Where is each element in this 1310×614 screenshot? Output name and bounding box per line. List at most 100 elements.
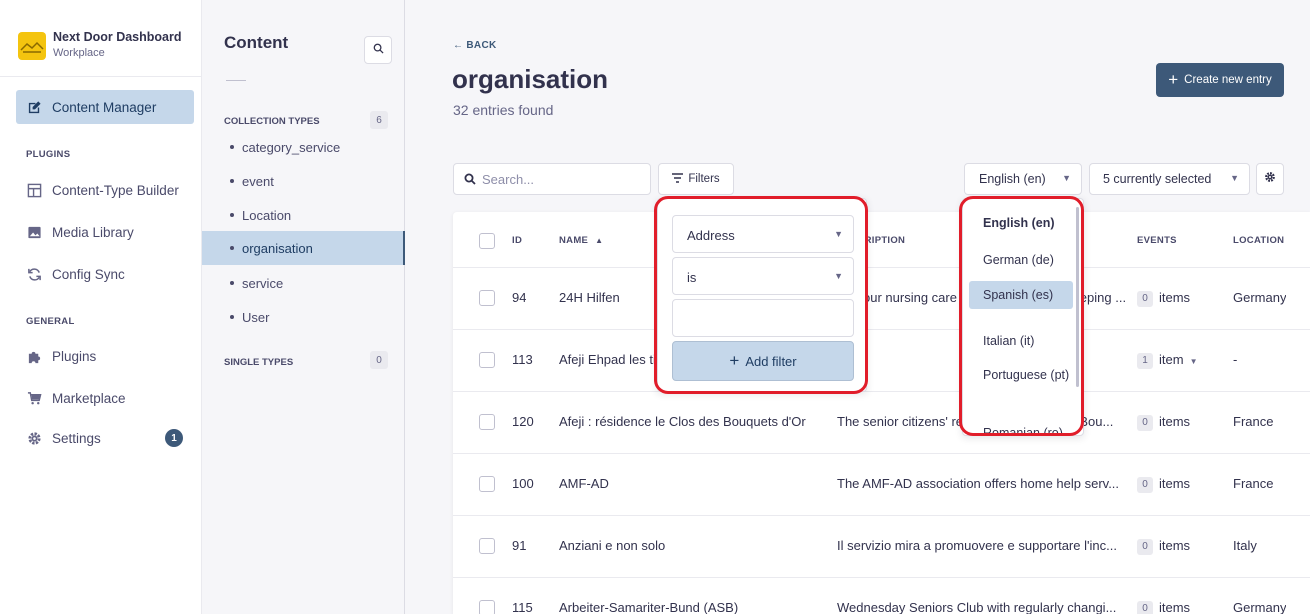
search-input[interactable]: Search...: [453, 163, 651, 195]
filter-field-select[interactable]: Address ▼: [672, 215, 854, 253]
cell-events: 0 items: [1137, 476, 1190, 493]
bullet: [230, 246, 234, 250]
cell-events: 0 items: [1137, 290, 1190, 307]
subnav-item-user[interactable]: User: [202, 301, 405, 333]
add-filter-button[interactable]: + Add filter: [672, 341, 854, 381]
row-checkbox[interactable]: [479, 600, 495, 614]
table-row[interactable]: 113 Afeji Ehpad les tilleuls 1 item ▼ -: [453, 329, 1310, 391]
subnav-title: Content: [224, 33, 289, 52]
plus-icon: +: [729, 351, 740, 370]
filters-button[interactable]: Filters: [658, 163, 734, 195]
cell-name: Arbeiter-Samariter-Bund (ASB): [559, 600, 739, 614]
column-header-location[interactable]: LOCATION: [1233, 235, 1284, 246]
row-checkbox[interactable]: [479, 538, 495, 554]
bullet: [230, 315, 234, 319]
nav-item-config-sync[interactable]: Config Sync: [16, 258, 194, 290]
bullet: [230, 281, 234, 285]
cell-description: Il servizio mira a promuovere e supporta…: [837, 538, 1117, 553]
events-count: 0: [1137, 291, 1153, 307]
cell-id: 120: [512, 414, 534, 429]
filter-popover: Address ▼ is ▼ + Add filter: [657, 198, 867, 392]
create-new-entry-button[interactable]: + Create new entry: [1156, 63, 1284, 97]
nav-item-content-manager[interactable]: Content Manager: [16, 91, 194, 123]
column-header-events[interactable]: EVENTS: [1137, 235, 1177, 246]
subnav-item-event[interactable]: event: [202, 165, 405, 197]
section-label-plugins: PLUGINS: [26, 149, 71, 160]
chevron-down-icon: ▼: [1062, 173, 1071, 183]
nav-label: Content-Type Builder: [52, 182, 179, 198]
events-unit: items: [1159, 290, 1191, 305]
back-label: BACK: [466, 40, 497, 51]
sync-icon: [26, 266, 42, 282]
locale-option-romanian[interactable]: Romanian (ro): [969, 419, 1073, 435]
cell-location: France: [1233, 414, 1274, 429]
subnav-item-label: organisation: [242, 240, 313, 256]
arrow-left-icon: ←: [453, 40, 464, 51]
divider: [226, 80, 246, 81]
nav-item-plugins[interactable]: Plugins: [16, 340, 194, 372]
brand[interactable]: Next Door Dashboard Workplace: [18, 30, 188, 70]
table-row[interactable]: 120 Afeji : résidence le Clos des Bouque…: [453, 391, 1310, 453]
nav-label: Settings: [52, 430, 101, 446]
back-link[interactable]: ← BACK: [453, 40, 497, 51]
subnav-item-location[interactable]: Location: [202, 199, 405, 231]
add-filter-label: Add filter: [745, 353, 797, 369]
row-checkbox[interactable]: [479, 414, 495, 430]
chevron-down-icon: ▼: [1230, 173, 1239, 183]
subnav-item-category-service[interactable]: category_service: [202, 131, 405, 163]
layout-icon: [26, 182, 42, 198]
cell-events: 0 items: [1137, 414, 1190, 431]
collection-types-count: 6: [370, 111, 388, 129]
cell-events: 0 items: [1137, 600, 1190, 614]
dropdown-scrollbar[interactable]: [1076, 207, 1079, 387]
cell-name: Anziani e non solo: [559, 538, 666, 553]
search-placeholder: Search...: [482, 171, 535, 187]
cell-name: AMF-AD: [559, 476, 609, 491]
column-header-name[interactable]: NAME ▲: [559, 235, 603, 246]
plus-icon: +: [1168, 70, 1179, 89]
cell-events[interactable]: 1 item ▼: [1137, 352, 1197, 369]
cell-location: Germany: [1233, 600, 1287, 614]
column-header-id[interactable]: ID: [512, 235, 522, 246]
row-checkbox[interactable]: [479, 476, 495, 492]
bullet: [230, 213, 234, 217]
subnav-item-service[interactable]: service: [202, 267, 405, 299]
cell-description: The AMF-AD association offers home help …: [837, 476, 1120, 491]
events-unit: items: [1159, 476, 1191, 491]
subnav-item-organisation[interactable]: organisation: [202, 231, 405, 265]
subnav-item-label: event: [242, 173, 274, 189]
locale-select[interactable]: English (en) ▼: [964, 163, 1082, 195]
table-row[interactable]: 115 Arbeiter-Samariter-Bund (ASB) Wednes…: [453, 577, 1310, 614]
table-row[interactable]: 94 24H Hilfen 24-hour nursing care servi…: [453, 267, 1310, 329]
filter-operator-select[interactable]: is ▼: [672, 257, 854, 295]
locale-value: English (en): [979, 172, 1046, 186]
entries-table: ID NAME ▲ DESCRIPTION EVENTS LOCATION 94…: [453, 212, 1310, 614]
events-unit: item: [1159, 352, 1184, 367]
shopping-cart-icon: [26, 390, 42, 406]
divider: [0, 76, 202, 77]
content-subnav: Content COLLECTION TYPES 6 category_serv…: [202, 0, 405, 614]
table-row[interactable]: 91 Anziani e non solo Il servizio mira a…: [453, 515, 1310, 577]
locale-option-italian[interactable]: Italian (it): [969, 327, 1073, 355]
nav-item-media-library[interactable]: Media Library: [16, 216, 194, 248]
subnav-item-label: Location: [242, 207, 292, 223]
gear-icon: [1264, 170, 1276, 188]
locale-option-spanish[interactable]: Spanish (es): [969, 281, 1073, 309]
brand-title: Next Door Dashboard: [53, 30, 182, 44]
nav-item-content-type-builder[interactable]: Content-Type Builder: [16, 174, 194, 206]
cell-description: Wednesday Seniors Club with regularly ch…: [837, 600, 1117, 614]
columns-select[interactable]: 5 currently selected ▼: [1089, 163, 1250, 195]
list-settings-button[interactable]: [1256, 163, 1284, 195]
locale-option-german[interactable]: German (de): [969, 246, 1073, 274]
page-title: organisation: [452, 64, 609, 94]
row-checkbox[interactable]: [479, 290, 495, 306]
subnav-search-button[interactable]: [364, 36, 392, 64]
nav-item-marketplace[interactable]: Marketplace: [16, 382, 194, 414]
locale-option-portuguese[interactable]: Portuguese (pt): [969, 361, 1073, 389]
table-row[interactable]: 100 AMF-AD The AMF-AD association offers…: [453, 453, 1310, 515]
row-checkbox[interactable]: [479, 352, 495, 368]
select-all-checkbox[interactable]: [479, 233, 495, 249]
filter-operator-value: is: [687, 270, 697, 285]
filter-value-input[interactable]: [672, 299, 854, 337]
locale-option-english[interactable]: English (en): [969, 209, 1073, 237]
